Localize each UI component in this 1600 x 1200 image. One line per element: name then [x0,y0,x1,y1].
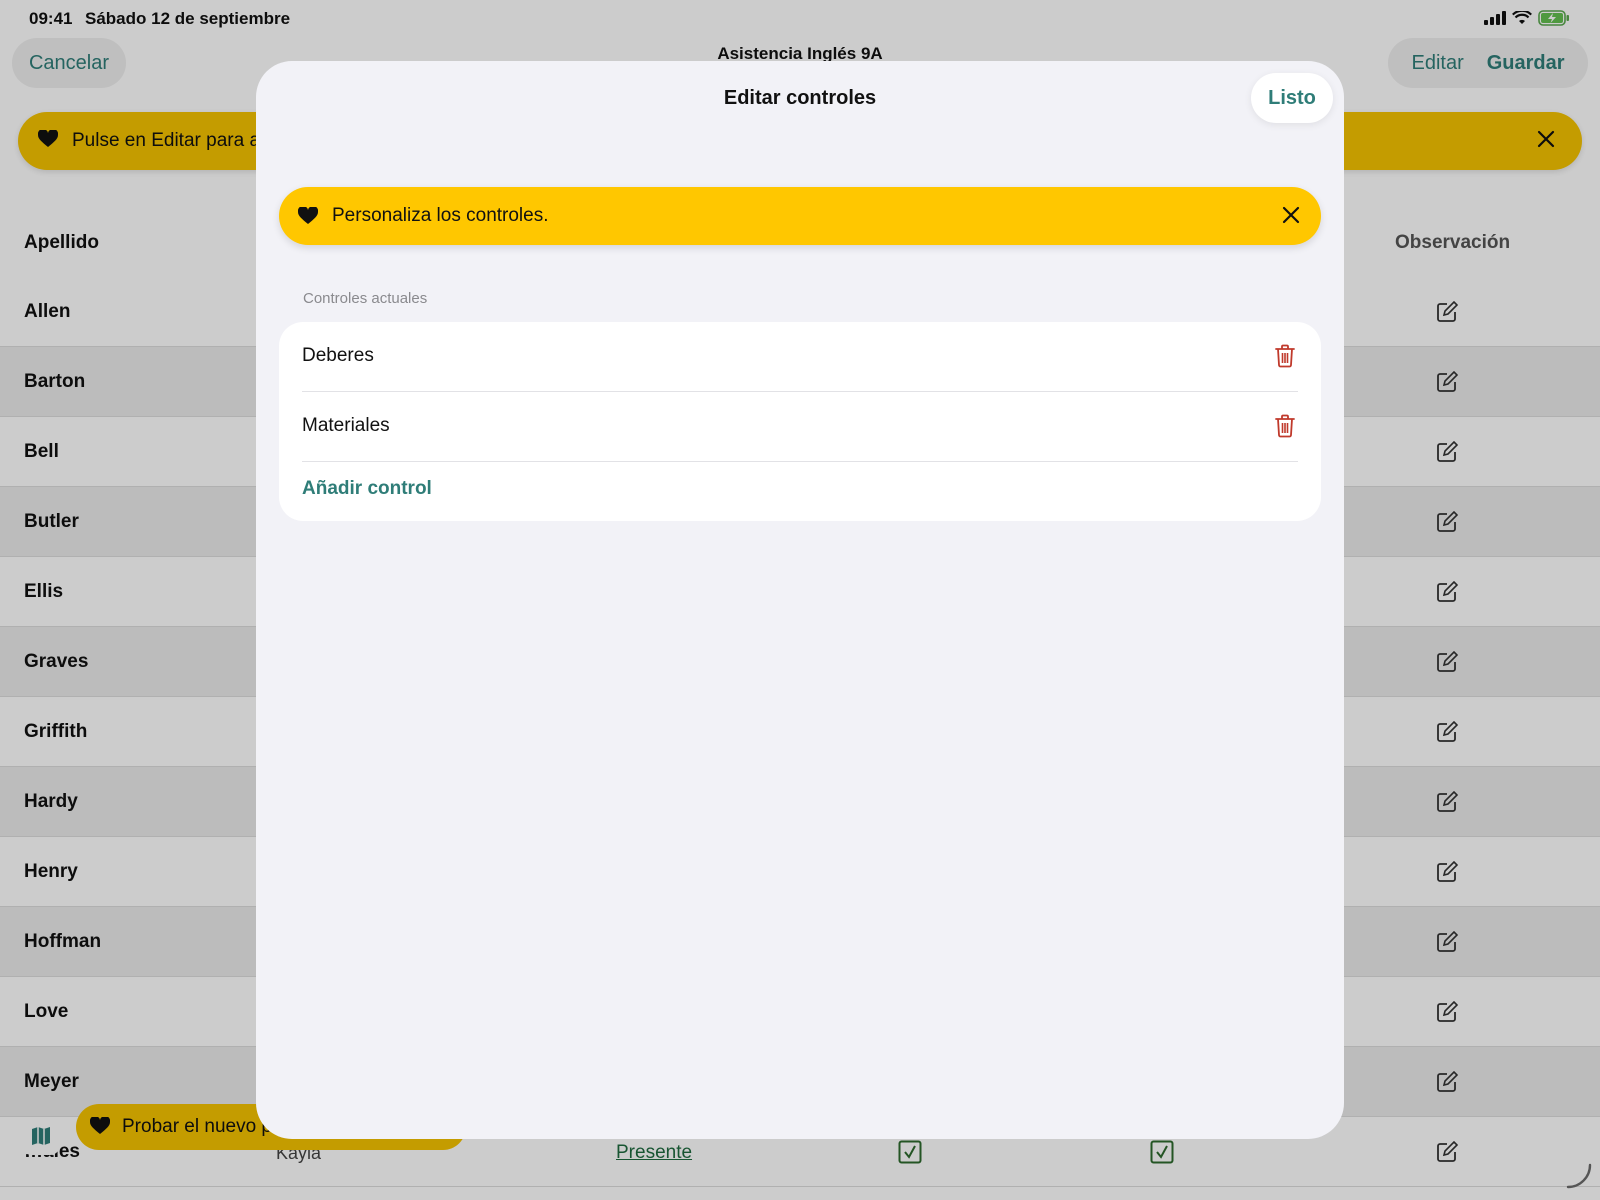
tip-banner: Personaliza los controles. [279,187,1321,245]
tip-banner-text: Personaliza los controles. [332,205,549,226]
heart-icon [297,205,319,230]
control-label: Materiales [302,415,390,436]
close-icon[interactable] [1281,205,1301,230]
trash-icon[interactable] [1275,344,1295,373]
done-button[interactable]: Listo [1251,73,1333,123]
trash-icon[interactable] [1275,414,1295,443]
section-header: Controles actuales [303,290,428,307]
controls-list: Deberes Materiales Añadir control [279,322,1321,521]
list-item[interactable]: Materiales [302,392,1298,462]
control-label: Deberes [302,345,374,366]
resize-handle-icon[interactable] [1564,1161,1592,1194]
list-item[interactable]: Deberes [302,322,1298,392]
edit-controls-sheet: Editar controles Listo Personaliza los c… [256,61,1344,1139]
add-control-button[interactable]: Añadir control [302,478,432,500]
sheet-title: Editar controles [723,87,877,109]
